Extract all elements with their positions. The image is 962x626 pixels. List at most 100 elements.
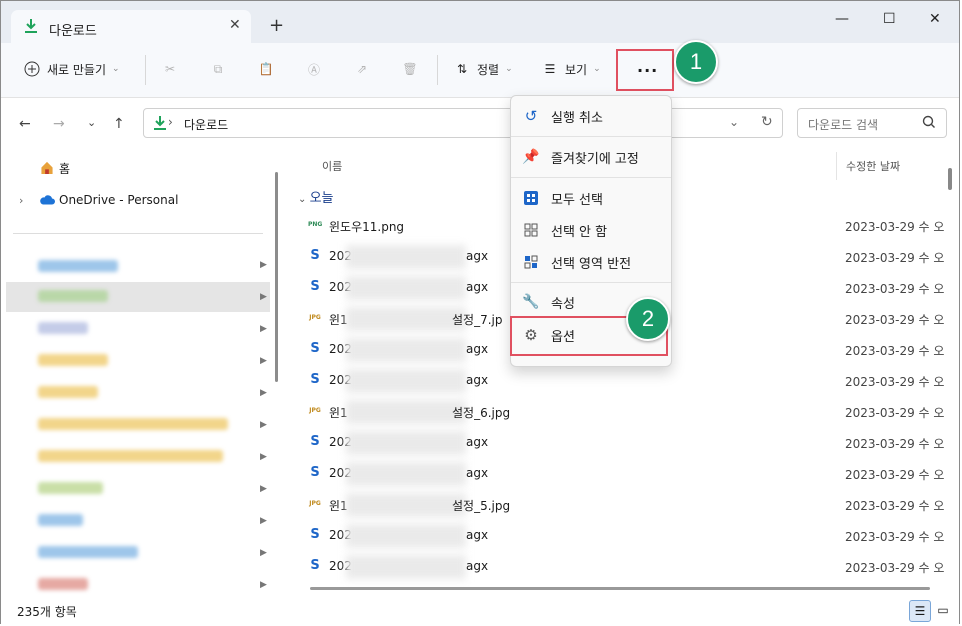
nav-item-blurred[interactable] <box>38 546 138 558</box>
up-button[interactable]: ↑ <box>113 116 125 132</box>
chevron-right-icon[interactable]: ▶ <box>260 324 267 334</box>
share-button[interactable]: ⇗ <box>353 60 371 78</box>
jpg-file-icon: JPG <box>309 407 321 414</box>
group-label: 오늘 <box>309 191 334 206</box>
rename-button[interactable]: Ⓐ <box>305 60 323 78</box>
download-icon <box>25 19 37 33</box>
tab-close-button[interactable]: ✕ <box>229 17 241 33</box>
file-name-suffix: agx <box>466 435 489 449</box>
file-row[interactable]: S 202 agx 2023-03-29 수 오 <box>308 365 944 396</box>
nav-item-blurred[interactable] <box>38 514 83 526</box>
paste-button[interactable]: 📋 <box>257 60 275 78</box>
menu-item-select-all[interactable]: 모두 선택 <box>511 182 671 214</box>
nav-item-blurred[interactable] <box>38 354 108 366</box>
chevron-right-icon[interactable]: ▶ <box>260 388 267 398</box>
nav-item-blurred[interactable] <box>38 386 98 398</box>
file-name-suffix: 설정_5.jpg <box>452 499 511 513</box>
png-file-icon: PNG <box>308 221 323 228</box>
view-button[interactable]: ☰ 보기 ⌄ <box>541 60 601 78</box>
tab-downloads[interactable]: 다운로드 ✕ <box>11 10 251 44</box>
file-row[interactable]: S 202 agx 2023-03-29 수 오 <box>308 458 944 489</box>
redacted-text <box>346 493 466 517</box>
redacted-text <box>346 555 466 579</box>
chevron-right-icon[interactable]: ▶ <box>260 420 267 430</box>
column-header-date[interactable]: 수정한 날짜 <box>846 158 900 174</box>
chevron-down-icon[interactable]: ⌄ <box>729 115 739 129</box>
maximize-button[interactable]: ☐ <box>883 11 896 27</box>
menu-label: 실행 취소 <box>551 110 603 126</box>
nav-item-blurred[interactable] <box>38 578 88 590</box>
chevron-right-icon[interactable]: ▶ <box>260 452 267 462</box>
divider <box>511 282 671 283</box>
status-bar: 235개 항목 ☰ ▭ <box>1 598 959 624</box>
new-button[interactable]: 새로 만들기 ⌄ <box>23 60 120 78</box>
nav-scrollbar[interactable] <box>275 172 278 382</box>
refresh-icon[interactable]: ↻ <box>761 114 773 130</box>
file-name-suffix: agx <box>466 280 489 294</box>
address-row: ← → ⌄ ↑ › 다운로드 ⌄ ↻ 다운로드 검색 <box>1 98 959 150</box>
nav-item-onedrive[interactable]: › OneDrive - Personal <box>1 185 271 215</box>
copy-button[interactable]: ⧉ <box>209 60 227 78</box>
recent-locations-button[interactable]: ⌄ <box>87 116 96 129</box>
menu-item-pin[interactable]: 📌 즐겨찾기에 고정 <box>511 141 671 173</box>
file-row[interactable]: S 202 agx 2023-03-29 수 오 <box>308 427 944 458</box>
chevron-right-icon[interactable]: ▶ <box>260 260 267 270</box>
vertical-scrollbar[interactable] <box>944 150 958 596</box>
column-header-name[interactable]: 이름 <box>322 158 342 174</box>
nav-item-blurred[interactable] <box>38 290 108 302</box>
scroll-thumb[interactable] <box>948 168 952 190</box>
chevron-right-icon[interactable]: ▶ <box>260 292 267 302</box>
nav-item-blurred[interactable] <box>38 260 118 272</box>
nav-item-blurred[interactable] <box>38 450 223 462</box>
search-placeholder: 다운로드 검색 <box>808 118 879 132</box>
chevron-right-icon[interactable]: › <box>19 194 23 207</box>
address-bar[interactable]: › 다운로드 ⌄ ↻ <box>143 108 783 138</box>
close-window-button[interactable]: ✕ <box>929 11 941 27</box>
menu-item-undo[interactable]: ↺ 실행 취소 <box>511 100 671 132</box>
horizontal-scrollbar[interactable] <box>300 586 940 592</box>
details-view-button[interactable]: ☰ <box>909 600 931 622</box>
more-icon: ··· <box>637 61 659 80</box>
nav-item-home[interactable]: 홈 <box>1 153 271 183</box>
file-name-suffix: agx <box>466 342 489 356</box>
file-date: 2023-03-29 수 오 <box>845 468 945 482</box>
scroll-thumb[interactable] <box>310 587 930 590</box>
see-more-button[interactable]: ··· <box>616 49 674 91</box>
nav-item-blurred[interactable] <box>38 418 228 430</box>
nav-item-blurred[interactable] <box>38 482 103 494</box>
plus-circle-icon <box>23 60 41 78</box>
search-input[interactable]: 다운로드 검색 <box>797 108 947 138</box>
file-name: 윈1 <box>329 499 348 513</box>
tiles-icon: ▭ <box>937 603 949 617</box>
menu-item-invert-selection[interactable]: 선택 영역 반전 <box>511 246 671 278</box>
group-header[interactable]: ⌄ 오늘 <box>298 187 333 206</box>
chevron-right-icon[interactable]: ▶ <box>260 516 267 526</box>
chevron-right-icon[interactable]: ▶ <box>260 580 267 590</box>
minimize-button[interactable]: — <box>835 11 849 27</box>
chevron-right-icon[interactable]: ▶ <box>260 548 267 558</box>
chevron-down-icon: ⌄ <box>593 64 601 74</box>
breadcrumb-separator: › <box>168 115 173 129</box>
forward-button[interactable]: → <box>53 116 65 132</box>
file-row[interactable]: JPG 윈1 설정_6.jpg 2023-03-29 수 오 <box>308 396 944 427</box>
file-row[interactable]: S 202 agx 2023-03-29 수 오 <box>308 551 944 582</box>
tiles-view-button[interactable]: ▭ <box>933 600 953 620</box>
file-date: 2023-03-29 수 오 <box>845 375 945 389</box>
sort-button[interactable]: ⇅ 정렬 ⌄ <box>453 60 513 78</box>
chevron-right-icon[interactable]: ▶ <box>260 484 267 494</box>
file-date: 2023-03-29 수 오 <box>845 220 945 234</box>
new-tab-button[interactable]: + <box>269 15 284 36</box>
new-button-label: 새로 만들기 <box>47 62 107 77</box>
file-row[interactable]: JPG 윈1 설정_5.jpg 2023-03-29 수 오 <box>308 489 944 520</box>
file-row[interactable]: S 202 agx 2023-03-29 수 오 <box>308 520 944 551</box>
chevron-right-icon[interactable]: ▶ <box>260 356 267 366</box>
cut-button[interactable]: ✂ <box>161 60 179 78</box>
redacted-text <box>346 307 466 331</box>
back-button[interactable]: ← <box>19 116 31 132</box>
file-date: 2023-03-29 수 오 <box>845 437 945 451</box>
breadcrumb[interactable]: 다운로드 <box>184 116 228 133</box>
divider <box>145 55 146 85</box>
delete-button[interactable]: 🗑 <box>401 60 419 78</box>
nav-item-blurred[interactable] <box>38 322 88 334</box>
menu-item-select-none[interactable]: 선택 안 함 <box>511 214 671 246</box>
